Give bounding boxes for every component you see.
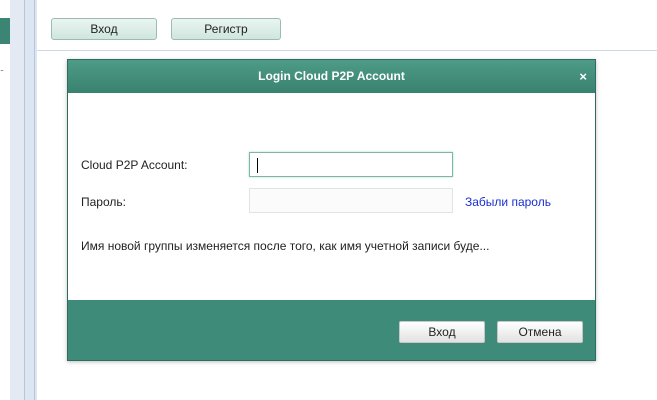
password-label: Пароль:	[81, 195, 126, 209]
login-cloud-dialog: Login Cloud P2P Account × Cloud P2P Acco…	[67, 59, 596, 361]
cancel-button[interactable]: Отмена	[497, 321, 583, 343]
toolbar-login-button[interactable]: Вход	[51, 18, 157, 40]
toolbar-register-button[interactable]: Регистр	[171, 18, 281, 40]
sidebar-divider	[10, 0, 24, 400]
close-icon[interactable]: ×	[579, 60, 587, 93]
account-note: Имя новой группы изменяется после того, …	[81, 239, 490, 253]
divider-line	[24, 0, 25, 400]
dialog-footer: Вход Отмена	[68, 300, 595, 360]
divider-line	[34, 0, 35, 400]
account-label: Cloud P2P Account:	[81, 158, 188, 172]
left-sidebar: ..	[0, 0, 10, 400]
password-input[interactable]	[249, 188, 453, 213]
dialog-header: Login Cloud P2P Account ×	[68, 60, 595, 93]
account-input[interactable]	[249, 152, 453, 177]
text-cursor	[257, 158, 258, 173]
forgot-password-link[interactable]: Забыли пароль	[465, 195, 551, 209]
sidebar-ellipsis: ..	[0, 63, 4, 73]
dialog-title: Login Cloud P2P Account	[258, 69, 405, 83]
top-toolbar: Вход Регистр	[37, 14, 657, 51]
sidebar-selected-item[interactable]	[0, 18, 10, 44]
ok-button[interactable]: Вход	[399, 321, 485, 343]
